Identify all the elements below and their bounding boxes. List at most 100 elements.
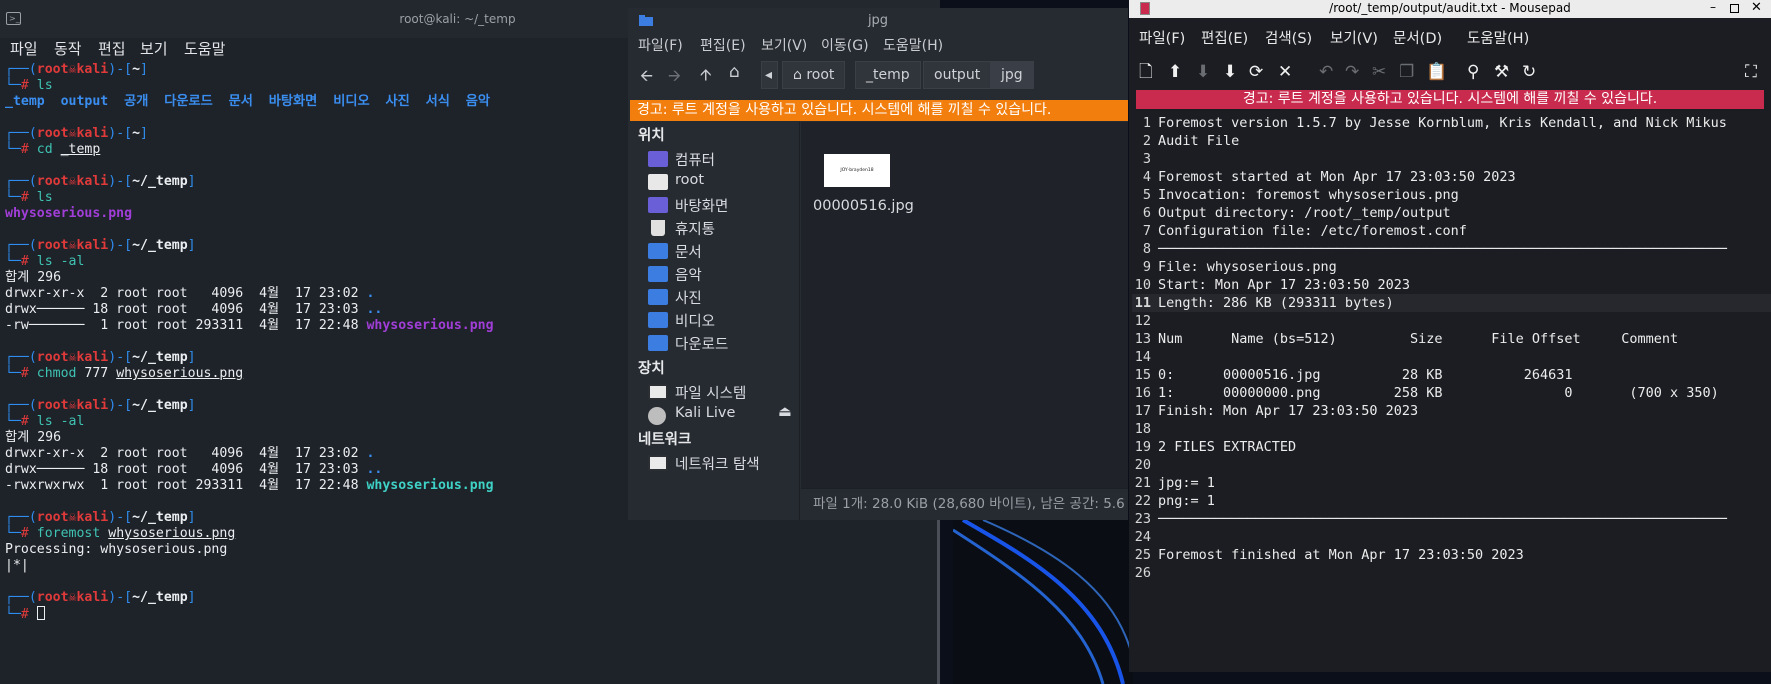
close-icon[interactable]: ✕ [1751, 0, 1762, 15]
file-name-label[interactable]: 00000516.jpg [813, 198, 914, 214]
terminal-line: drwx────── 18 root root 4096 4월 17 23:03… [5, 462, 494, 478]
line-number: 12 [1134, 313, 1151, 329]
terminal-line: drwxr-xr-x 2 root root 4096 4월 17 23:02 … [5, 286, 494, 302]
command-text: ls [36, 190, 53, 205]
output-text: whysoserious.png [366, 478, 494, 493]
terminal-menu-edit[interactable]: 편집 [98, 38, 126, 59]
editor-line: Finish: Mon Apr 17 23:03:50 2023 [1158, 403, 1419, 419]
mp-menu-search[interactable]: 검색(S) [1265, 27, 1312, 48]
prompt-frame: ] [187, 238, 196, 253]
prompt-frame: ┌──( [5, 590, 37, 605]
home-icon[interactable]: ⌂ [729, 62, 740, 82]
prompt-user: root [36, 350, 69, 365]
mp-menu-view[interactable]: 보기(V) [1330, 27, 1378, 48]
fm-menu-file[interactable]: 파일(F) [638, 35, 683, 55]
file-manager-titlebar[interactable]: jpg [628, 8, 1128, 32]
terminal-line: └─# ls [5, 78, 494, 94]
prompt-frame: )-[ [108, 62, 133, 77]
mp-menu-edit[interactable]: 편집(E) [1201, 27, 1248, 48]
home-small-icon: ⌂ [793, 67, 807, 83]
line-number: 24 [1134, 529, 1151, 545]
places-sidebar[interactable]: 위치 컴퓨터 root 바탕화면 휴지통 문서 음악 사진 비디오 다운로드 장치 파일 시스템 Kal… [628, 122, 800, 520]
breadcrumb-output[interactable]: output [923, 61, 992, 89]
output-text: . [366, 286, 375, 301]
terminal-line: Processing: whysoserious.png [5, 542, 494, 558]
fullscreen-icon[interactable]: ⛶ [1745, 64, 1757, 81]
mousepad-titlebar[interactable]: /root/_temp/output/audit.txt - Mousepad … [1129, 0, 1771, 18]
save-icon[interactable]: ⬇ [1196, 64, 1210, 81]
terminal-line: whysoserious.png [5, 206, 494, 222]
search-icon[interactable]: ⚲ [1467, 64, 1479, 81]
reload-icon[interactable]: ⟳ [1249, 64, 1263, 81]
file-thumbnail[interactable]: JOY·brayden18 [824, 154, 890, 187]
command-text: whysoserious.png [108, 526, 236, 541]
replace-icon[interactable]: ⚒ [1494, 64, 1509, 81]
line-number: 4 [1142, 169, 1151, 185]
cut-icon[interactable]: ✂ [1372, 64, 1386, 81]
terminal-menu-help[interactable]: 도움말 [184, 38, 225, 59]
terminal-menu-action[interactable]: 동작 [54, 38, 82, 59]
prompt-frame: ] [187, 398, 196, 413]
prompt-frame: └─ [5, 190, 21, 205]
prompt-host: kali [76, 398, 109, 413]
maximize-icon[interactable] [1730, 4, 1739, 13]
editor-line: Foremost started at Mon Apr 17 23:03:50 … [1158, 169, 1516, 185]
mp-menu-help[interactable]: 도움말(H) [1467, 27, 1529, 48]
fm-menu-view[interactable]: 보기(V) [761, 35, 807, 55]
sidebar-item-label: 문서 [675, 245, 702, 261]
open-file-icon[interactable]: ⬆ [1168, 64, 1182, 81]
prompt-user: root [36, 174, 69, 189]
line-number: 6 [1142, 205, 1151, 221]
file-manager-window[interactable]: jpg 파일(F) 편집(E) 보기(V) 이동(G) 도움말(H) 🡨 🡪 🡩… [628, 8, 1128, 520]
paste-icon[interactable]: 📋 [1426, 64, 1447, 81]
terminal-line: └─# [5, 606, 494, 622]
fm-menu-go[interactable]: 이동(G) [821, 35, 869, 55]
minimize-icon[interactable]: – [1710, 0, 1716, 14]
prompt-dir: ~/_temp [132, 590, 188, 605]
breadcrumb-temp[interactable]: _temp [855, 61, 921, 89]
breadcrumb-scroll-left[interactable]: ◂ [761, 61, 778, 89]
text-editor[interactable]: 1 2 3 4 5 6 7 8 9 10 11 12 13 14 15 16 17 18 19 20 21 22 23 24 2… [1132, 112, 1771, 672]
terminal-line: └─# foremost whysoserious.png [5, 526, 494, 542]
editor-line: Length: 286 KB (293311 bytes) [1158, 295, 1394, 311]
mp-menu-document[interactable]: 문서(D) [1393, 27, 1442, 48]
forward-arrow-icon[interactable]: 🡪 [668, 65, 681, 92]
line-number: 10 [1134, 277, 1151, 293]
prompt-host: kali [76, 62, 109, 77]
copy-icon[interactable]: ❐ [1399, 64, 1414, 81]
editor-line: Foremost finished at Mon Apr 17 23:03:50… [1158, 547, 1524, 563]
fm-menu-edit[interactable]: 편집(E) [700, 35, 746, 55]
up-arrow-icon[interactable]: 🡩 [700, 64, 712, 91]
goto-line-icon[interactable]: ↻ [1522, 64, 1536, 81]
file-manager-menubar: 파일(F) 편집(E) 보기(V) 이동(G) 도움말(H) [628, 32, 1128, 56]
save-as-icon[interactable]: ⬇ [1223, 64, 1237, 81]
prompt-frame: └─ [5, 414, 21, 429]
file-view[interactable]: JOY·brayden18 00000516.jpg [801, 122, 1128, 488]
editor-line: Invocation: foremost whysoserious.png [1158, 187, 1459, 203]
breadcrumb-root[interactable]: ⌂ root [782, 61, 846, 89]
terminal-menu-file[interactable]: 파일 [10, 38, 38, 59]
close-document-icon[interactable]: ✕ [1278, 64, 1292, 81]
redo-icon[interactable]: ↷ [1345, 64, 1359, 81]
editor-text[interactable]: Foremost version 1.5.7 by Jesse Kornblum… [1158, 114, 1727, 582]
mp-menu-file[interactable]: 파일(F) [1139, 27, 1185, 48]
new-document-icon[interactable]: 🗋 [1139, 64, 1153, 81]
file-manager-title: jpg [867, 13, 889, 28]
fm-menu-help[interactable]: 도움말(H) [883, 35, 943, 55]
trash-icon [651, 220, 665, 236]
back-arrow-icon[interactable]: 🡨 [640, 65, 653, 92]
undo-icon[interactable]: ↶ [1319, 64, 1333, 81]
terminal-output[interactable]: ┌──(root☠kali)-[~] └─# ls _temp output 공개 … [5, 62, 494, 622]
terminal-menu-view[interactable]: 보기 [140, 38, 168, 59]
terminal-line: ┌──(root☠kali)-[~] [5, 126, 494, 142]
mousepad-window[interactable]: /root/_temp/output/audit.txt - Mousepad … [1129, 0, 1771, 672]
prompt-dir: ~ [132, 62, 141, 77]
places-header: 위치 [638, 128, 665, 144]
eject-icon[interactable]: ⏏ [778, 404, 792, 420]
breadcrumb-jpg[interactable]: jpg [990, 61, 1034, 89]
terminal-line: └─# ls [5, 190, 494, 206]
network-header: 네트워크 [638, 432, 692, 448]
